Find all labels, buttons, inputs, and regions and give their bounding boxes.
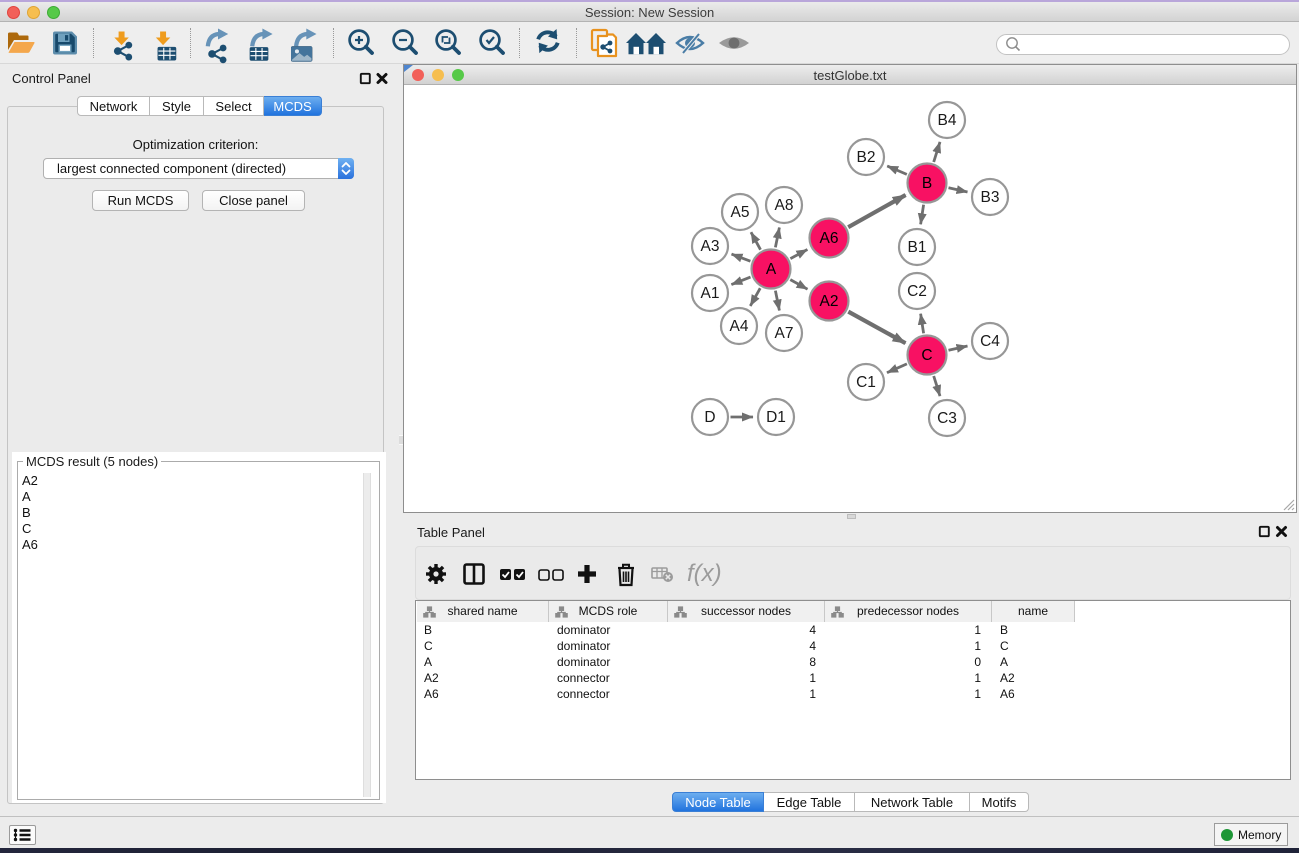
svg-text:C4: C4 xyxy=(980,333,1000,350)
svg-text:C1: C1 xyxy=(856,374,876,391)
svg-text:A5: A5 xyxy=(731,204,750,221)
svg-text:A1: A1 xyxy=(701,285,720,302)
svg-text:B2: B2 xyxy=(857,149,876,166)
svg-text:C: C xyxy=(921,347,932,364)
svg-text:D: D xyxy=(704,409,715,426)
svg-text:B4: B4 xyxy=(938,112,957,129)
svg-text:D1: D1 xyxy=(766,409,786,426)
svg-text:A6: A6 xyxy=(820,230,839,247)
svg-text:A3: A3 xyxy=(701,238,720,255)
svg-text:B: B xyxy=(922,175,932,192)
svg-text:C3: C3 xyxy=(937,410,957,427)
svg-text:f(x): f(x) xyxy=(687,560,722,587)
svg-text:A7: A7 xyxy=(775,325,794,342)
svg-text:A2: A2 xyxy=(820,293,839,310)
svg-text:B3: B3 xyxy=(981,189,1000,206)
svg-text:B1: B1 xyxy=(908,239,927,256)
svg-text:C2: C2 xyxy=(907,283,927,300)
svg-text:A: A xyxy=(766,261,777,278)
svg-text:A8: A8 xyxy=(775,197,794,214)
svg-text:A4: A4 xyxy=(730,318,749,335)
